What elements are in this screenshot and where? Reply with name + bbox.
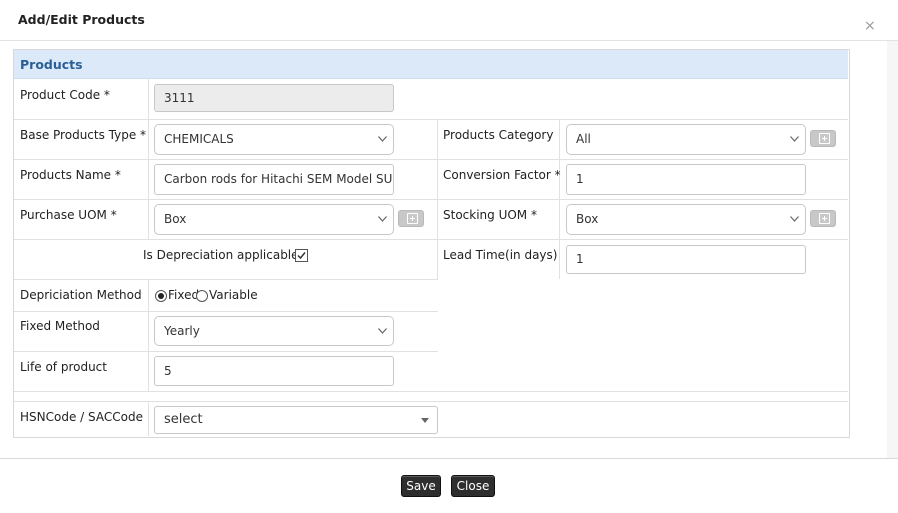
hsn-code-select[interactable]: select: [154, 406, 438, 434]
caret-down-icon: [421, 418, 429, 423]
product-code-field[interactable]: 3111: [154, 84, 394, 112]
column-divider: [148, 401, 149, 436]
stocking-uom-label: Stocking UOM *: [443, 208, 537, 222]
stocking-uom-value: Box: [576, 212, 599, 226]
row-divider: [14, 391, 848, 392]
panel-header: [14, 50, 848, 79]
radio-variable[interactable]: [196, 290, 208, 302]
is-depreciation-label: Is Depreciation applicable: [143, 248, 299, 262]
conversion-factor-input[interactable]: 1: [566, 164, 806, 195]
add-purchase-uom-button[interactable]: [398, 210, 424, 227]
plus-square-icon: [819, 133, 830, 144]
close-icon[interactable]: ×: [864, 19, 876, 33]
scrollbar-track: [887, 41, 898, 458]
lead-time-label: Lead Time(in days): [443, 248, 558, 262]
row-divider: [14, 351, 438, 352]
products-category-value: All: [576, 132, 591, 146]
life-of-product-input[interactable]: 5: [154, 356, 394, 386]
hsn-code-label: HSNCode / SACCode: [20, 410, 143, 424]
row-divider: [14, 199, 848, 200]
radio-fixed-label: Fixed: [168, 288, 200, 302]
base-products-type-label: Base Products Type *: [20, 128, 147, 142]
row-divider: [14, 239, 848, 240]
row-divider: [14, 401, 848, 402]
lead-time-input[interactable]: 1: [566, 245, 806, 274]
fixed-method-label: Fixed Method: [20, 319, 100, 333]
fixed-method-select[interactable]: Yearly: [154, 316, 394, 346]
products-category-select[interactable]: All: [566, 124, 806, 155]
chevron-down-icon: [378, 328, 387, 334]
products-category-label: Products Category: [443, 128, 554, 142]
conversion-factor-value: 1: [576, 172, 584, 186]
row-divider: [14, 279, 438, 280]
life-of-product-value: 5: [164, 364, 172, 378]
base-products-type-value: CHEMICALS: [164, 132, 234, 146]
base-products-type-select[interactable]: CHEMICALS: [154, 124, 394, 155]
close-button[interactable]: Close: [451, 475, 495, 497]
chevron-down-icon: [790, 136, 799, 142]
chevron-down-icon: [790, 216, 799, 222]
products-name-label: Products Name *: [20, 168, 121, 182]
panel-title: Products: [20, 57, 83, 72]
column-divider: [559, 119, 560, 279]
depreciation-method-label: Depriciation Method: [20, 288, 142, 302]
stocking-uom-select[interactable]: Box: [566, 204, 806, 235]
product-code-label: Product Code *: [20, 88, 110, 102]
save-button[interactable]: Save: [401, 475, 441, 497]
products-name-value: Carbon rods for Hitachi SEM Model SU3: [164, 172, 394, 186]
radio-variable-label: Variable: [209, 288, 258, 302]
products-name-input[interactable]: Carbon rods for Hitachi SEM Model SU3: [154, 164, 394, 195]
plus-square-icon: [819, 213, 830, 224]
checkmark-icon: [297, 252, 306, 260]
purchase-uom-label: Purchase UOM *: [20, 208, 117, 222]
life-of-product-label: Life of product: [20, 360, 107, 374]
hsn-code-value: select: [164, 412, 203, 427]
lead-time-value: 1: [576, 252, 584, 266]
is-depreciation-checkbox[interactable]: [295, 249, 308, 262]
add-category-button[interactable]: [810, 130, 836, 147]
add-stocking-uom-button[interactable]: [810, 210, 836, 227]
column-divider: [148, 79, 149, 239]
conversion-factor-label: Conversion Factor *: [443, 168, 561, 182]
row-divider: [14, 159, 848, 160]
column-divider: [437, 119, 438, 279]
products-panel: [13, 49, 850, 438]
product-code-value: 3111: [164, 91, 195, 105]
chevron-down-icon: [378, 216, 387, 222]
column-divider: [148, 279, 149, 391]
dialog-title: Add/Edit Products: [18, 12, 145, 27]
row-divider: [14, 311, 438, 312]
dialog-footer: [0, 458, 898, 513]
purchase-uom-value: Box: [164, 212, 187, 226]
purchase-uom-select[interactable]: Box: [154, 204, 394, 235]
plus-square-icon: [407, 213, 418, 224]
row-divider: [14, 119, 848, 120]
fixed-method-value: Yearly: [164, 324, 200, 338]
chevron-down-icon: [378, 136, 387, 142]
radio-fixed[interactable]: [155, 290, 167, 302]
